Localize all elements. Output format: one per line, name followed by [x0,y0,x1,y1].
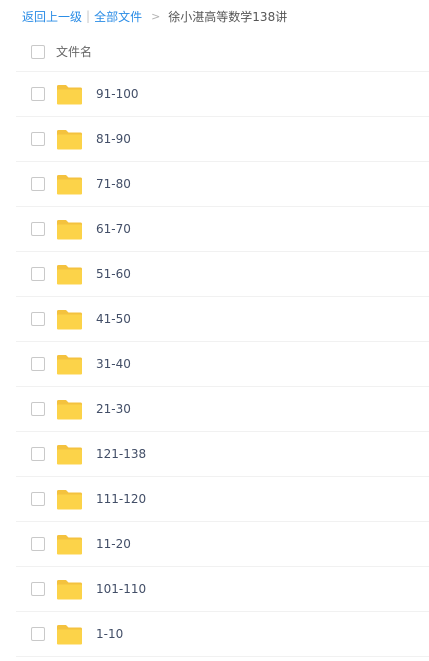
folder-row[interactable]: 91-100 [16,72,429,117]
folder-name-link[interactable]: 91-100 [96,87,139,101]
file-list-header: 文件名 [16,32,429,72]
row-checkbox[interactable] [31,537,45,551]
folder-icon[interactable] [56,84,83,105]
back-link[interactable]: 返回上一级 [22,8,82,25]
breadcrumb: 返回上一级 | 全部文件 > 徐小湛高等数学138讲 [22,6,287,26]
row-checkbox[interactable] [31,402,45,416]
row-checkbox[interactable] [31,267,45,281]
folder-name-link[interactable]: 21-30 [96,402,131,416]
folder-icon[interactable] [56,444,83,465]
file-list: 文件名 91-100 81-90 71-80 61-70 51-60 41-50 31-40… [16,32,429,657]
row-checkbox[interactable] [31,132,45,146]
folder-row[interactable]: 81-90 [16,117,429,162]
folder-icon[interactable] [56,624,83,645]
folder-icon[interactable] [56,264,83,285]
select-all-checkbox[interactable] [31,44,45,59]
folder-row[interactable]: 41-50 [16,297,429,342]
row-checkbox[interactable] [31,492,45,506]
folder-row[interactable]: 121-138 [16,432,429,477]
breadcrumb-arrow-icon: > [151,9,161,23]
folder-row[interactable]: 111-120 [16,477,429,522]
row-checkbox[interactable] [31,582,45,596]
row-checkbox[interactable] [31,357,45,371]
breadcrumb-separator: | [86,9,91,23]
folder-icon[interactable] [56,354,83,375]
folder-row[interactable]: 101-110 [16,567,429,612]
all-files-link[interactable]: 全部文件 [94,8,142,25]
folder-icon[interactable] [56,489,83,510]
folder-icon[interactable] [56,219,83,240]
folder-name-link[interactable]: 61-70 [96,222,131,236]
folder-name-link[interactable]: 1-10 [96,627,123,641]
folder-row[interactable]: 21-30 [16,387,429,432]
folder-name-link[interactable]: 81-90 [96,132,131,146]
folder-icon[interactable] [56,579,83,600]
folder-name-link[interactable]: 51-60 [96,267,131,281]
folder-row[interactable]: 1-10 [16,612,429,657]
row-checkbox[interactable] [31,312,45,326]
folder-icon[interactable] [56,534,83,555]
row-checkbox[interactable] [31,447,45,461]
folder-icon[interactable] [56,399,83,420]
folder-row[interactable]: 31-40 [16,342,429,387]
folder-name-link[interactable]: 121-138 [96,447,146,461]
folder-icon[interactable] [56,129,83,150]
column-header-filename: 文件名 [56,45,93,59]
row-checkbox[interactable] [31,177,45,191]
folder-name-link[interactable]: 11-20 [96,537,131,551]
folder-row[interactable]: 51-60 [16,252,429,297]
folder-name-link[interactable]: 111-120 [96,492,146,506]
folder-icon[interactable] [56,174,83,195]
folder-name-link[interactable]: 101-110 [96,582,146,596]
folder-row[interactable]: 71-80 [16,162,429,207]
folder-row[interactable]: 11-20 [16,522,429,567]
row-checkbox[interactable] [31,87,45,101]
row-checkbox[interactable] [31,222,45,236]
folder-icon[interactable] [56,309,83,330]
current-folder-title: 徐小湛高等数学138讲 [168,9,288,24]
folder-name-link[interactable]: 71-80 [96,177,131,191]
folder-row[interactable]: 61-70 [16,207,429,252]
file-rows: 91-100 81-90 71-80 61-70 51-60 41-50 31-40 21-3… [16,72,429,657]
row-checkbox[interactable] [31,627,45,641]
folder-name-link[interactable]: 41-50 [96,312,131,326]
folder-name-link[interactable]: 31-40 [96,357,131,371]
